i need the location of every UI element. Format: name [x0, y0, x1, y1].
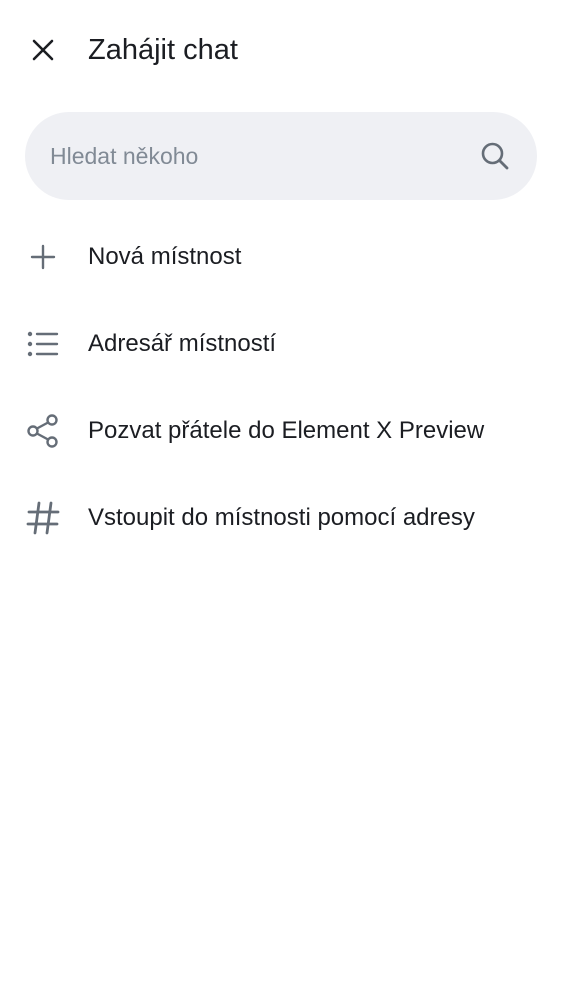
share-icon — [24, 412, 62, 450]
join-by-address-item[interactable]: Vstoupit do místnosti pomocí adresy — [0, 474, 562, 561]
plus-icon — [24, 238, 62, 276]
top-app-bar: Zahájit chat — [0, 0, 562, 100]
page-title: Zahájit chat — [88, 34, 238, 66]
start-chat-options: Nová místnost Adresář místností Pozvat p… — [0, 213, 562, 561]
invite-friends-item[interactable]: Pozvat přátele do Element X Preview — [0, 387, 562, 474]
room-directory-label: Adresář místností — [88, 330, 277, 357]
new-room-item[interactable]: Nová místnost — [0, 213, 562, 300]
close-icon — [32, 39, 54, 61]
invite-friends-label: Pozvat přátele do Element X Preview — [88, 417, 485, 444]
new-room-label: Nová místnost — [88, 243, 242, 270]
search-input[interactable] — [50, 134, 460, 178]
search-icon — [479, 140, 511, 172]
room-directory-item[interactable]: Adresář místností — [0, 300, 562, 387]
search-bar[interactable] — [25, 112, 537, 200]
hash-icon — [24, 499, 62, 537]
join-by-address-label: Vstoupit do místnosti pomocí adresy — [88, 504, 475, 531]
list-icon — [24, 325, 62, 363]
close-button[interactable] — [20, 27, 66, 73]
